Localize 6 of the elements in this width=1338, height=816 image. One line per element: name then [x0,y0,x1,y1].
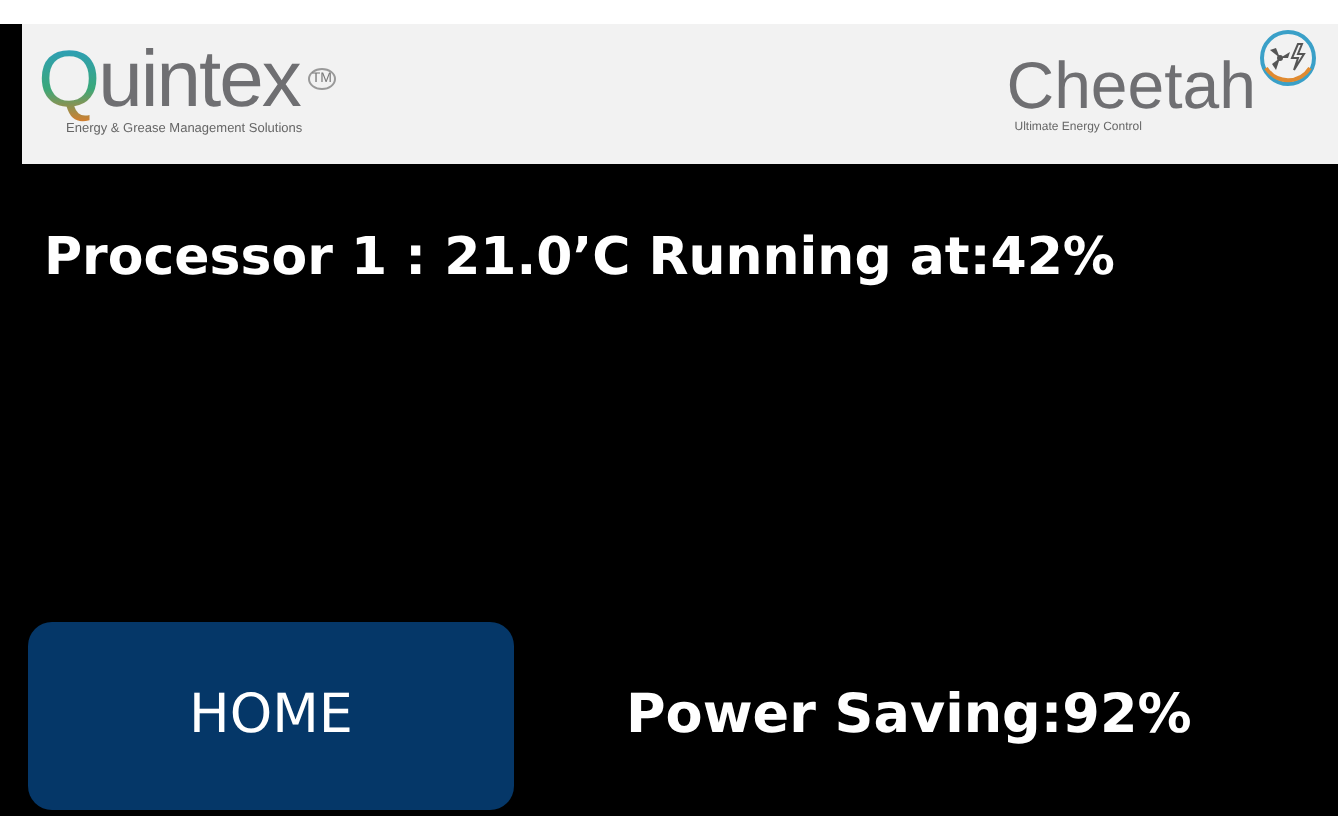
fan-bolt-icon [1258,28,1318,88]
home-button[interactable]: HOME [28,622,514,810]
logo-wordmark: Cheetah [1006,52,1256,120]
logo-wordmark: uintex [98,36,300,124]
processor-status: Processor 1 : 21.0’C Running at:42% [42,226,1117,292]
power-saving-text: Power Saving:92% [626,681,1192,750]
